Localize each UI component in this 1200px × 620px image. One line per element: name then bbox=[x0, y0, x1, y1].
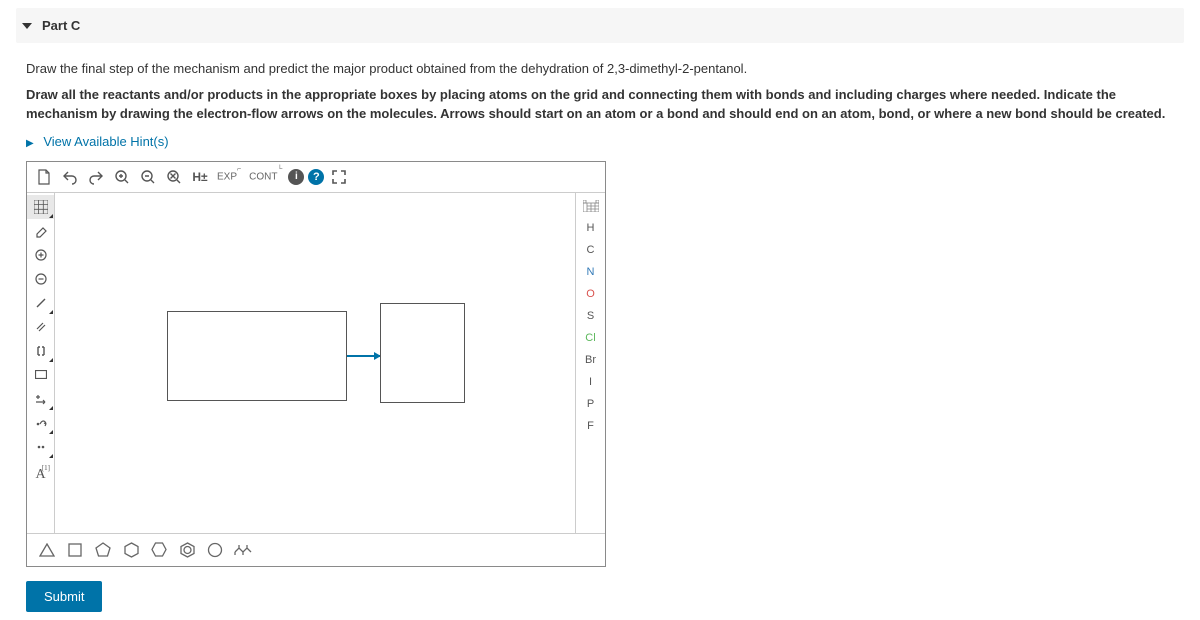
part-header: Part C bbox=[16, 8, 1184, 43]
lone-pair-tool[interactable] bbox=[27, 435, 54, 459]
element-f[interactable]: F bbox=[576, 415, 605, 437]
bottom-toolbar bbox=[27, 533, 605, 566]
info-icon[interactable]: i bbox=[288, 169, 304, 185]
heptagon-shape[interactable] bbox=[205, 540, 225, 560]
multi-bond-tool[interactable] bbox=[27, 315, 54, 339]
drawing-canvas[interactable] bbox=[55, 193, 575, 533]
element-p[interactable]: P bbox=[576, 393, 605, 415]
element-o[interactable]: O bbox=[576, 283, 605, 305]
part-title: Part C bbox=[42, 18, 80, 33]
element-h[interactable]: H bbox=[576, 217, 605, 239]
submit-label: Submit bbox=[44, 589, 84, 604]
element-br[interactable]: Br bbox=[576, 349, 605, 371]
hydrogen-toggle[interactable]: H± bbox=[189, 166, 211, 188]
instruction-line-2: Draw all the reactants and/or products i… bbox=[26, 85, 1174, 124]
square-shape[interactable] bbox=[65, 540, 85, 560]
editor-body: A[1] H C N O S Cl Br I P bbox=[27, 193, 605, 533]
exp-button[interactable]: EXP⌐ bbox=[215, 170, 243, 182]
new-document-icon[interactable] bbox=[33, 166, 55, 188]
reactant-box[interactable] bbox=[167, 311, 347, 401]
element-cl[interactable]: Cl bbox=[576, 327, 605, 349]
zoom-fit-icon[interactable] bbox=[163, 166, 185, 188]
radical-tool[interactable] bbox=[27, 411, 54, 435]
pentagon-shape[interactable] bbox=[93, 540, 113, 560]
left-toolbar: A[1] bbox=[27, 193, 55, 533]
element-s[interactable]: S bbox=[576, 305, 605, 327]
reaction-arrow[interactable] bbox=[347, 355, 380, 357]
submit-button[interactable]: Submit bbox=[26, 581, 102, 612]
element-n[interactable]: N bbox=[576, 261, 605, 283]
eraser-tool[interactable] bbox=[27, 219, 54, 243]
zoom-out-icon[interactable] bbox=[137, 166, 159, 188]
product-box[interactable] bbox=[380, 303, 465, 403]
help-icon[interactable]: ? bbox=[308, 169, 324, 185]
fullscreen-icon[interactable] bbox=[328, 166, 350, 188]
benzene-shape[interactable] bbox=[177, 540, 197, 560]
view-hints-link[interactable]: View Available Hint(s) bbox=[16, 134, 1184, 149]
cont-button[interactable]: CONT└ bbox=[247, 170, 284, 182]
zoom-in-icon[interactable] bbox=[111, 166, 133, 188]
chair-shape[interactable] bbox=[233, 540, 253, 560]
top-toolbar: H± EXP⌐ CONT└ i ? bbox=[27, 162, 605, 193]
instructions: Draw the final step of the mechanism and… bbox=[16, 59, 1184, 124]
molecule-editor: H± EXP⌐ CONT└ i ? bbox=[26, 161, 606, 567]
remove-charge-tool[interactable] bbox=[27, 267, 54, 291]
grid-tool[interactable] bbox=[27, 195, 54, 219]
hexagon-flat-shape[interactable] bbox=[149, 540, 169, 560]
rectangle-tool[interactable] bbox=[27, 363, 54, 387]
triangle-shape[interactable] bbox=[37, 540, 57, 560]
plus-arrow-tool[interactable] bbox=[27, 387, 54, 411]
undo-icon[interactable] bbox=[59, 166, 81, 188]
element-c[interactable]: C bbox=[576, 239, 605, 261]
hexagon-shape[interactable] bbox=[121, 540, 141, 560]
instruction-line-1: Draw the final step of the mechanism and… bbox=[26, 59, 1174, 79]
single-bond-tool[interactable] bbox=[27, 291, 54, 315]
collapse-caret-icon[interactable] bbox=[22, 23, 32, 29]
redo-icon[interactable] bbox=[85, 166, 107, 188]
hints-label: View Available Hint(s) bbox=[43, 134, 168, 149]
bracket-tool[interactable] bbox=[27, 339, 54, 363]
element-toolbar: H C N O S Cl Br I P F bbox=[575, 193, 605, 533]
add-charge-tool[interactable] bbox=[27, 243, 54, 267]
element-i[interactable]: I bbox=[576, 371, 605, 393]
atom-label-tool[interactable]: A[1] bbox=[27, 463, 54, 487]
periodic-table-icon[interactable] bbox=[576, 195, 605, 217]
